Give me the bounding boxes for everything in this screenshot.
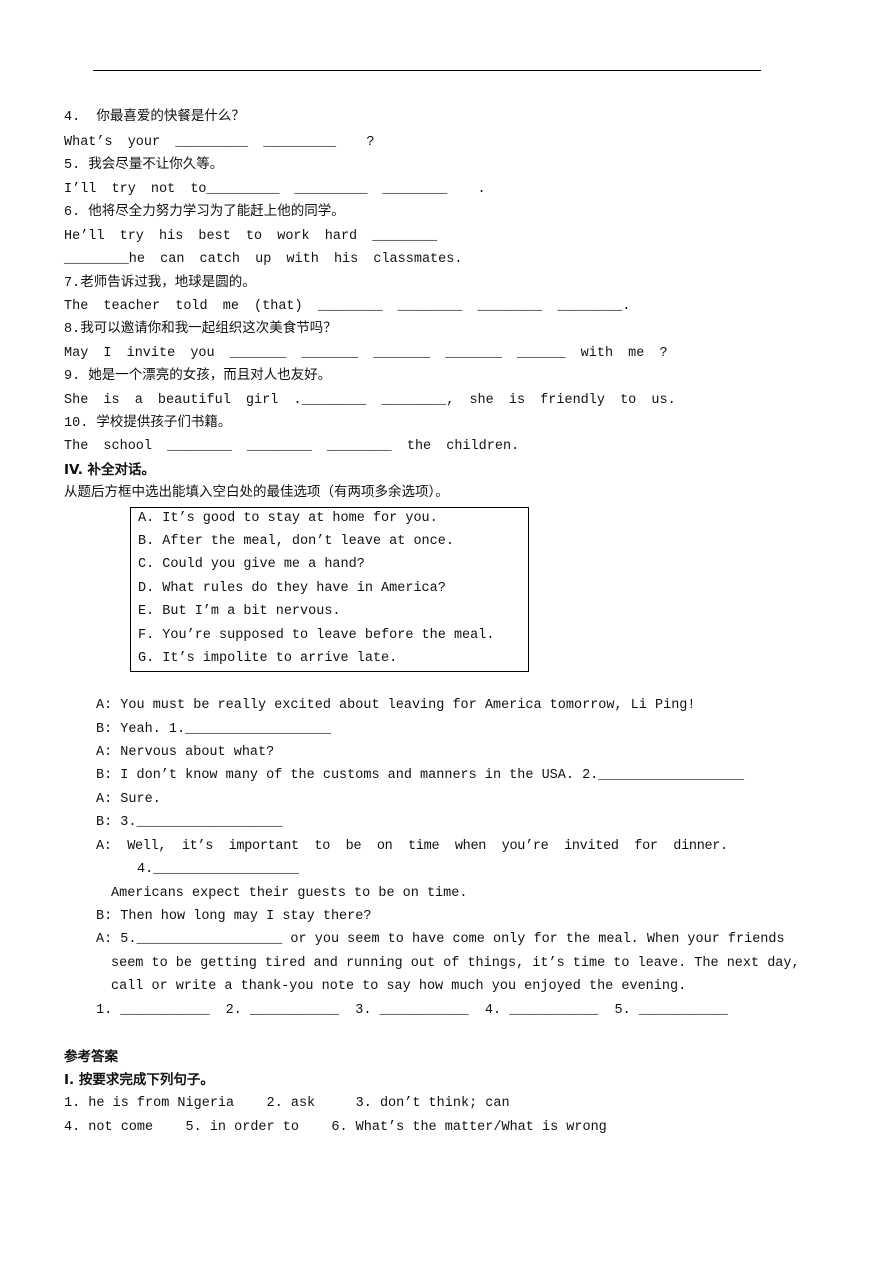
question-4-en: What’s your _________ _________ ?	[64, 135, 375, 150]
question-6-en: He’ll try his best to work hard ________	[64, 229, 438, 244]
question-5-en: I’ll try not to_________ _________ _____…	[64, 182, 486, 197]
dialog-line: A: 5.__________________ or you seem to h…	[96, 932, 785, 947]
option-g: G. It’s impolite to arrive late.	[138, 651, 398, 666]
dialog-line: A: Sure.	[96, 792, 161, 807]
option-a: A. It’s good to stay at home for you.	[138, 511, 438, 526]
option-c: C. Could you give me a hand?	[138, 557, 365, 572]
dialog-line: A: You must be really excited about leav…	[96, 698, 696, 713]
question-10-en: The school ________ ________ ________ th…	[64, 439, 520, 454]
answers-title: 参考答案	[64, 1049, 118, 1065]
answers-line-2: 4. not come 5. in order to 6. What’s the…	[64, 1120, 607, 1135]
dialog-line: 4.__________________	[137, 862, 300, 877]
option-d: D. What rules do they have in America?	[138, 581, 446, 596]
dialog-line: B: Then how long may I stay there?	[96, 909, 372, 924]
answer-blanks: 1. ___________ 2. ___________ 3. _______…	[96, 1003, 728, 1018]
question-6-cn: 6. 他将尽全力努力学习为了能赶上他的同学。	[64, 205, 345, 220]
dialog-line: call or write a thank-you note to say ho…	[111, 979, 687, 994]
dialog-line: A: Well, it’s important to be on time wh…	[96, 839, 728, 854]
header-rule	[93, 70, 761, 71]
dialog-line: Americans expect their guests to be on t…	[111, 886, 468, 901]
question-7-cn: 7.老师告诉过我，地球是圆的。	[64, 276, 256, 291]
option-e: E. But I’m a bit nervous.	[138, 604, 341, 619]
answers-line-1: 1. he is from Nigeria 2. ask 3. don’t th…	[64, 1096, 510, 1111]
question-5-cn: 5. 我会尽量不让你久等。	[64, 158, 224, 173]
option-f: F. You’re supposed to leave before the m…	[138, 628, 495, 643]
dialog-line: seem to be getting tired and running out…	[111, 956, 800, 971]
question-9-cn: 9. 她是一个漂亮的女孩，而且对人也友好。	[64, 369, 332, 384]
section-4-title: IV. 补全对话。	[64, 462, 156, 478]
options-box: A. It’s good to stay at home for you. B.…	[130, 507, 529, 672]
dialog-line: B: 3.__________________	[96, 815, 283, 830]
question-8-cn: 8.我可以邀请你和我一起组织这次美食节吗？	[64, 322, 337, 337]
question-10-cn: 10. 学校提供孩子们书籍。	[64, 416, 232, 431]
dialog-line: B: I don’t know many of the customs and …	[96, 768, 745, 783]
dialog-line: B: Yeah. 1.__________________	[96, 722, 331, 737]
option-b: B. After the meal, don’t leave at once.	[138, 534, 454, 549]
question-6-en-cont: ________he can catch up with his classma…	[64, 252, 463, 267]
section-4-instruction: 从题后方框中选出能填入空白处的最佳选项（有两项多余选项）。	[64, 486, 449, 501]
question-7-en: The teacher told me (that) ________ ____…	[64, 299, 631, 314]
question-9-en: She is a beautiful girl .________ ______…	[64, 393, 676, 408]
question-4-cn: 4. 你最喜爱的快餐是什么？	[64, 110, 245, 125]
question-8-en: May I invite you _______ _______ _______…	[64, 346, 668, 361]
dialog-line: A: Nervous about what?	[96, 745, 275, 760]
answers-section-1-title: I. 按要求完成下列句子。	[64, 1072, 214, 1088]
